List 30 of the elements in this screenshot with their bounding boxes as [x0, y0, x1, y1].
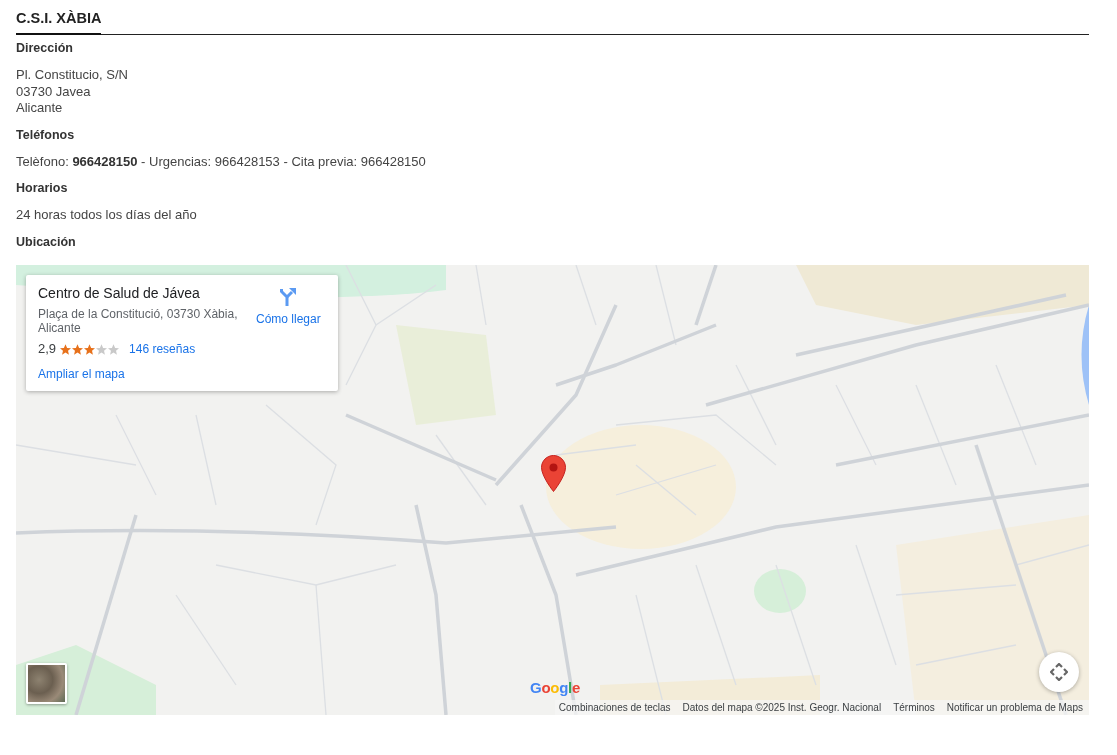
- star-icon: [108, 343, 120, 355]
- map-footer-link[interactable]: Datos del mapa ©2025 Inst. Geogr. Nacional: [682, 700, 882, 715]
- section-heading: Ubicación: [16, 233, 76, 250]
- address-line: Alicante: [16, 100, 64, 117]
- directions-icon: [280, 288, 297, 306]
- place-name: Centro de Salud de Jávea: [38, 284, 200, 302]
- star-icon: [72, 343, 84, 355]
- directions-link[interactable]: Cómo llegar: [256, 288, 321, 326]
- address-line: 03730 Javea: [16, 83, 92, 100]
- star-icon: [60, 343, 72, 355]
- map-pin-icon: [541, 455, 566, 492]
- map-footer-link[interactable]: Combinaciones de teclas: [558, 700, 671, 715]
- section-heading: Teléfonos: [16, 126, 75, 143]
- enlarge-map-link[interactable]: Ampliar el mapa: [38, 366, 125, 382]
- map-footer-link[interactable]: Notificar un problema de Maps: [946, 700, 1083, 715]
- place-address: Plaça de la Constitució, 03730 Xàbia, Alicante: [38, 308, 239, 335]
- opening-hours-text: 24 horas todos los días del año: [16, 207, 197, 224]
- rating-value: 2,9: [38, 340, 57, 358]
- page-title: C.S.I. XÀBIA: [16, 8, 102, 35]
- star-icon: [96, 343, 108, 355]
- map-footer-link[interactable]: Términos: [893, 700, 935, 715]
- phone-numbers-text: Telèfono: 966428150 - Urgencias: 966428153 - Cita previa: 966428150: [16, 153, 426, 170]
- section-heading: Horarios: [16, 180, 68, 196]
- reviews-link[interactable]: 146 reseñas: [129, 341, 196, 357]
- section-heading: Dirección: [16, 40, 73, 56]
- map-logo: Google: [530, 679, 580, 696]
- fullscreen-icon: [1050, 663, 1068, 681]
- satellite-view-button[interactable]: [26, 663, 67, 704]
- address-line: Pl. Constitucio, S/N: [16, 67, 128, 84]
- star-icon: [84, 343, 96, 355]
